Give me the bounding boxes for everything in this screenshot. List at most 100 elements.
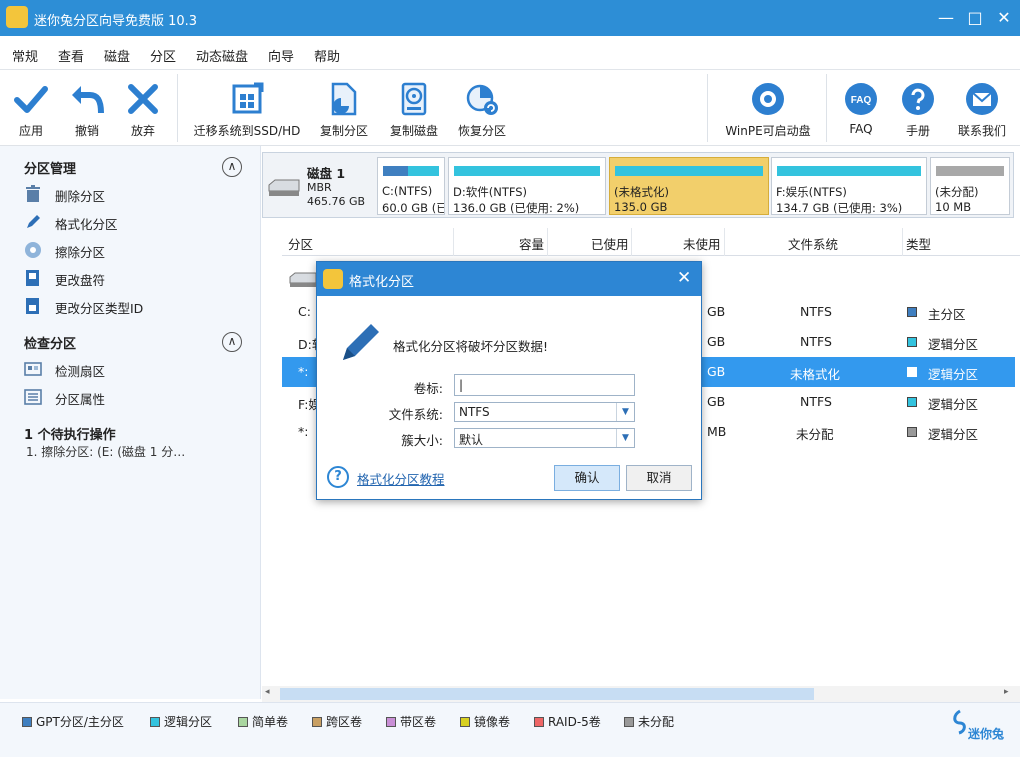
legend-item: 逻辑分区 (150, 713, 212, 730)
format-warning-text: 格式化分区将破坏分区数据! (393, 339, 549, 354)
surface-test-icon (24, 362, 42, 376)
chevron-down-icon: ▼ (616, 403, 634, 421)
winpe-bootable-button[interactable]: WinPE可启动盘 (720, 80, 816, 139)
toolbar-divider (177, 74, 178, 142)
help-question-icon[interactable]: ? (327, 466, 349, 488)
properties-list-icon (24, 389, 42, 405)
recover-partition-button[interactable]: 恢复分区 (452, 80, 512, 139)
type-color-swatch (907, 337, 917, 347)
svg-text:FAQ: FAQ (851, 95, 872, 106)
type-color-swatch (907, 397, 917, 407)
toolbar-divider (826, 74, 827, 142)
cancel-button[interactable]: 取消 (626, 465, 692, 491)
legend-bar: GPT分区/主分区 逻辑分区 简单卷 跨区卷 带区卷 镜像卷 RAID-5卷 未… (0, 702, 1020, 757)
confirm-button[interactable]: 确认 (554, 465, 620, 491)
menu-general[interactable]: 常规 (12, 46, 38, 65)
copy-disk-icon (401, 82, 427, 116)
column-type[interactable]: 类型 (906, 234, 931, 253)
collapse-icon[interactable]: ∧ (222, 332, 242, 352)
app-logo-icon (323, 269, 343, 289)
pen-icon (27, 215, 40, 228)
menu-view[interactable]: 查看 (58, 46, 84, 65)
undo-button[interactable]: 撤销 (64, 80, 110, 139)
brand-name: 迷你兔 (968, 727, 1005, 741)
help-question-icon (902, 83, 934, 115)
partition-usage-bar (454, 166, 600, 176)
mail-icon (966, 83, 998, 115)
checkmark-icon (14, 86, 48, 113)
type-color-swatch (907, 367, 917, 377)
copy-disk-button[interactable]: 复制磁盘 (384, 80, 444, 139)
chevron-down-icon: ▼ (616, 429, 634, 447)
column-used[interactable]: 已使用 (591, 234, 629, 253)
copy-partition-icon (331, 82, 357, 116)
collapse-icon[interactable]: ∧ (222, 157, 242, 177)
partition-usage-bar (383, 166, 439, 176)
dialog-close-button[interactable]: ✕ (677, 268, 691, 288)
maximize-button[interactable]: □ (961, 6, 989, 30)
copy-partition-button[interactable]: 复制分区 (314, 80, 374, 139)
cluster-size-label: 簇大小: (401, 433, 443, 448)
menu-wizard[interactable]: 向导 (268, 46, 294, 65)
column-capacity[interactable]: 容量 (519, 234, 544, 253)
menu-bar: 常规 查看 磁盘 分区 动态磁盘 向导 帮助 (0, 36, 1020, 70)
dialog-title-bar: 格式化分区 ✕ (317, 262, 701, 296)
close-button[interactable]: ✕ (990, 6, 1018, 30)
filesystem-label: 文件系统: (388, 407, 443, 422)
scroll-right-arrow-icon[interactable]: ▸ (1004, 687, 1009, 697)
partition-block-d[interactable]: D:软件(NTFS) 136.0 GB (已使用: 2%) (448, 157, 606, 215)
scrollbar-thumb[interactable] (280, 688, 814, 700)
section-check-partition: 检查分区 (24, 337, 77, 352)
partition-block-f[interactable]: F:娱乐(NTFS) 134.7 GB (已使用: 3%) (771, 157, 927, 215)
recover-partition-icon (466, 84, 498, 115)
migrate-os-button[interactable]: 迁移系统到SSD/HD (190, 80, 304, 139)
format-partition-dialog: 格式化分区 ✕ 格式化分区将破坏分区数据! 卷标: | 文件系统: NTFS ▼… (316, 261, 702, 500)
legend-item: 跨区卷 (312, 713, 362, 730)
apply-button[interactable]: 应用 (8, 80, 54, 139)
partition-usage-bar (615, 166, 763, 176)
horizontal-scrollbar[interactable]: ◂ ▸ (262, 686, 1020, 702)
partition-block-unallocated[interactable]: (未分配) 10 MB (930, 157, 1010, 215)
discard-button[interactable]: 放弃 (120, 80, 166, 139)
pending-operation-item[interactable]: 1. 擦除分区: (E: (磁盘 1 分… (26, 443, 185, 460)
menu-partition[interactable]: 分区 (150, 46, 176, 65)
volume-label-input[interactable]: | (454, 374, 635, 396)
partition-block-unformatted[interactable]: (未格式化) 135.0 GB (609, 157, 769, 215)
title-bar: 迷你兔分区向导免费版 10.3 — □ ✕ (0, 0, 1020, 36)
type-color-swatch (907, 307, 917, 317)
pending-operations-title: 1 个待执行操作 (24, 428, 116, 443)
disk-row-icon (289, 272, 317, 287)
column-partition[interactable]: 分区 (288, 234, 313, 253)
menu-disk[interactable]: 磁盘 (104, 46, 130, 65)
disk-info[interactable]: 磁盘 1 MBR 465.76 GB (267, 157, 377, 215)
app-logo-icon (6, 6, 28, 28)
partition-usage-bar (777, 166, 921, 176)
column-filesystem[interactable]: 文件系统 (788, 234, 838, 253)
manual-button[interactable]: 手册 (896, 80, 940, 139)
window-title: 迷你兔分区向导免费版 10.3 (34, 14, 198, 29)
disk-map: 磁盘 1 MBR 465.76 GB C:(NTFS) 60.0 GB (已使 … (262, 152, 1014, 218)
migrate-windows-icon (232, 82, 264, 114)
column-unused[interactable]: 未使用 (683, 234, 721, 253)
legend-item: 镜像卷 (460, 713, 510, 730)
partition-block-c[interactable]: C:(NTFS) 60.0 GB (已使 (377, 157, 445, 215)
menu-dynamic-disk[interactable]: 动态磁盘 (196, 46, 248, 65)
wipe-disc-icon (25, 242, 41, 258)
discard-x-icon (128, 84, 158, 114)
filesystem-select[interactable]: NTFS ▼ (454, 402, 635, 422)
brand-logo-icon (953, 709, 966, 735)
volume-label-label: 卷标: (413, 381, 443, 396)
drive-letter-icon (26, 270, 39, 286)
scroll-left-arrow-icon[interactable]: ◂ (265, 687, 270, 697)
minimize-button[interactable]: — (932, 6, 960, 30)
contact-us-button[interactable]: 联系我们 (952, 80, 1012, 139)
legend-item: GPT分区/主分区 (22, 713, 124, 730)
cluster-size-select[interactable]: 默认 ▼ (454, 428, 635, 448)
faq-button[interactable]: FAQ FAQ (840, 80, 882, 136)
type-color-swatch (907, 427, 917, 437)
menu-help[interactable]: 帮助 (314, 46, 340, 65)
bootable-disc-icon (752, 83, 784, 115)
toolbar-divider (707, 74, 708, 142)
format-tutorial-link[interactable]: 格式化分区教程 (357, 469, 445, 488)
undo-icon (72, 86, 104, 114)
